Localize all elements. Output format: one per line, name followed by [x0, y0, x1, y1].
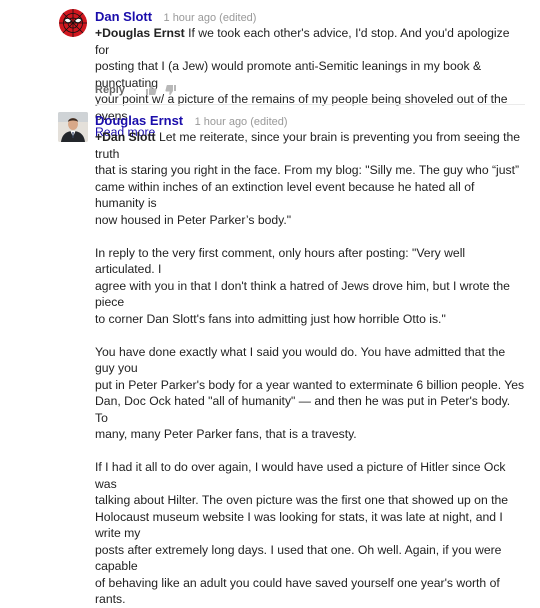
comment-text-line: to corner Dan Slott's fans into admittin… — [95, 311, 446, 326]
comment-text-line: many, many Peter Parker fans, that is a … — [95, 427, 357, 441]
comment-text-line: In reply to the very first comment, only… — [95, 245, 466, 277]
comment-text-line: came within inches of an extinction leve… — [95, 179, 475, 211]
comment-text-line: posts after extremely long days. I used … — [95, 542, 502, 574]
comment-text-line: now housed in Peter Parker’s body." — [95, 212, 292, 227]
comment-author[interactable]: Douglas Ernst — [95, 113, 183, 128]
comment-text-line: Dan, Doc Ock hated "all of humanity" — a… — [95, 394, 511, 425]
comment-text-line: put in Peter Parker's body for a year wa… — [95, 377, 525, 392]
comment-text-line: You have done exactly what I said you wo… — [95, 344, 506, 376]
comment-divider — [95, 104, 525, 105]
comment-text-line: agree with you in that I don't think a h… — [95, 278, 510, 310]
comment-text-line: of behaving like an adult you could have… — [95, 575, 500, 607]
comment-text-line: talking about Hilter. The oven picture w… — [95, 493, 509, 507]
separator: · — [132, 84, 137, 96]
comment-actions: Reply · — [95, 84, 177, 96]
thumbs-down-icon[interactable] — [165, 84, 177, 96]
mention-link[interactable]: +Douglas Ernst — [95, 26, 185, 40]
avatar[interactable] — [58, 112, 88, 142]
comment-text: +Dan Slott Let me reiterate, since your … — [95, 129, 525, 608]
comment-text-line: that is staring you right in the face. F… — [95, 163, 520, 177]
spiderman-avatar-icon — [59, 9, 87, 37]
comment-text-line: If I had it all to do over again, I woul… — [95, 460, 506, 491]
comment-timestamp[interactable]: 1 hour ago (edited) — [164, 12, 257, 24]
comment-timestamp[interactable]: 1 hour ago (edited) — [195, 116, 288, 128]
mention-link[interactable]: +Dan Slott — [95, 130, 156, 144]
avatar[interactable] — [58, 8, 88, 38]
reply-button[interactable]: Reply — [95, 84, 125, 96]
comment-text-line: Let me reiterate, since your brain is pr… — [95, 130, 521, 161]
comment-text-line: Holocaust museum website I was looking f… — [95, 509, 503, 541]
thumbs-up-icon[interactable] — [145, 84, 157, 96]
user-photo-icon — [58, 112, 88, 142]
comment-author[interactable]: Dan Slott — [95, 9, 152, 24]
